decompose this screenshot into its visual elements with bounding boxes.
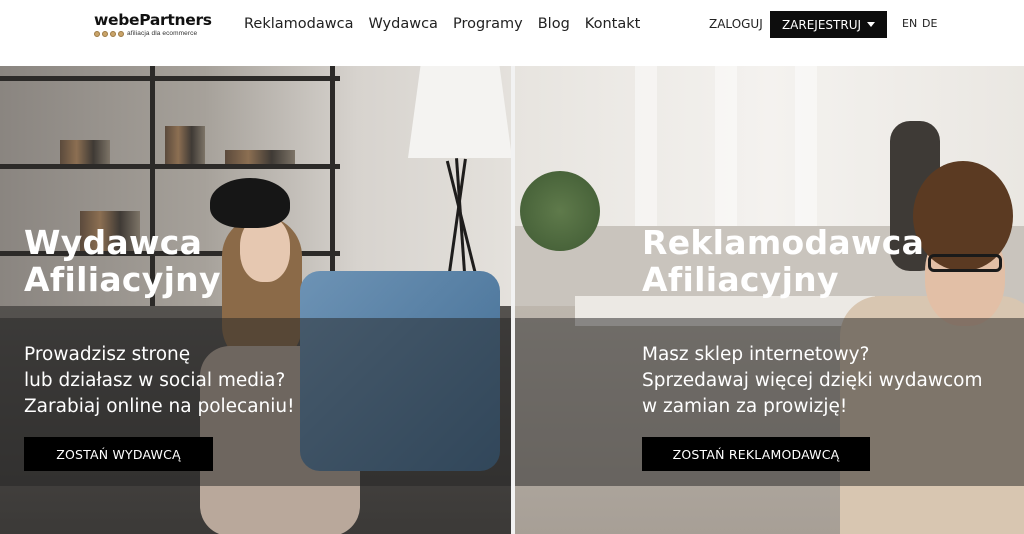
logo-tagline: afiliacja dla ecommerce [127,30,198,37]
login-link[interactable]: ZALOGUJ [709,16,763,32]
nav-item-kontakt[interactable]: Kontakt [585,14,641,34]
advertiser-title: Reklamodawca Afiliacyjny [642,224,924,298]
logo[interactable]: webePartners afiliacja dla ecommerce [94,11,224,41]
nav-item-blog[interactable]: Blog [538,14,570,34]
nav-item-reklamodawca[interactable]: Reklamodawca [244,14,353,34]
logo-dots-icon [94,30,124,37]
publisher-description: Prowadzisz stronę lub działasz w social … [24,342,295,420]
become-advertiser-button[interactable]: ZOSTAŃ REKLAMODAWCĄ [642,437,870,471]
publisher-title: Wydawca Afiliacyjny [24,224,221,298]
logo-subline: afiliacja dla ecommerce [94,30,224,37]
publisher-text-line1: Prowadzisz stronę [24,344,191,365]
advertiser-text-line2: Sprzedawaj więcej dzięki wydawcom [642,370,983,391]
language-en[interactable]: EN [902,17,917,30]
nav-item-wydawca[interactable]: Wydawca [368,14,437,34]
advertiser-title-line1: Reklamodawca [642,223,925,262]
site-header: webePartners afiliacja dla ecommerce Rek… [0,0,1024,66]
publisher-text-line2: lub działasz w social media? [24,370,286,391]
advertiser-text-line3: w zamian za prowizję! [642,396,848,417]
publisher-title-line1: Wydawca [24,223,203,262]
main-nav: Reklamodawca Wydawca Programy Blog Konta… [244,14,640,34]
publisher-title-line2: Afiliacyjny [24,260,221,299]
register-button-label: ZAREJESTRUJ [781,17,862,32]
nav-item-programy[interactable]: Programy [453,14,523,34]
language-de[interactable]: DE [922,17,937,30]
advertiser-text-area: Reklamodawca Afiliacyjny Masz sklep inte… [515,66,1024,534]
advertiser-title-line2: Afiliacyjny [642,260,839,299]
become-publisher-button[interactable]: ZOSTAŃ WYDAWCĄ [24,437,213,471]
advertiser-text-line1: Masz sklep internetowy? [642,344,870,365]
register-button[interactable]: ZAREJESTRUJ [770,11,887,38]
advertiser-description: Masz sklep internetowy? Sprzedawaj więce… [642,342,983,420]
caret-down-icon [867,22,876,27]
logo-wordmark: webePartners [94,11,212,29]
publisher-text-line3: Zarabiaj online na polecaniu! [24,396,295,417]
